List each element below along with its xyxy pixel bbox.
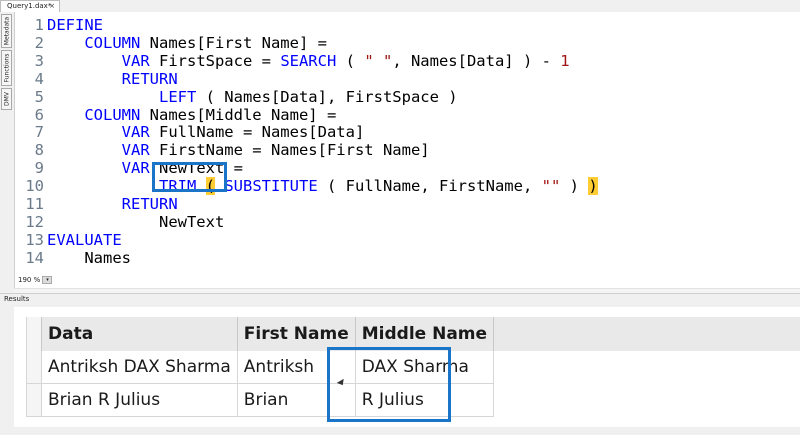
side-panel-tabs: Metadata Functions DMV [0,12,13,282]
code-text[interactable]: EVALUATE [47,231,122,249]
table-cell[interactable]: Antriksh DAX Sharma [41,351,238,384]
line-number: 2 [34,33,44,52]
line-number: 4 [34,69,44,88]
line-number: 3 [34,51,44,70]
trim-highlight-box [152,162,227,192]
code-text[interactable]: RETURN [47,70,178,88]
line-number: 1 [34,16,44,34]
code-text[interactable]: RETURN [47,195,178,213]
close-tab-icon[interactable]: × [49,1,55,12]
results-horizontal-scrollbar[interactable] [0,427,800,435]
line-number: 8 [34,141,44,160]
column-header[interactable]: Data [41,317,238,351]
code-text[interactable]: COLUMN Names[First Name] = [47,34,327,52]
query-tab[interactable]: Query1.dax* × [0,0,60,12]
tab-functions[interactable]: Functions [1,50,12,86]
chevron-down-icon[interactable]: ▾ [42,276,53,284]
tab-metadata[interactable]: Metadata [1,14,12,48]
results-header: Results [0,293,800,307]
code-text[interactable]: COLUMN Names[Middle Name] = [47,106,336,124]
middle-name-highlight-box [327,347,451,422]
code-text[interactable]: VAR FirstName = Names[First Name] [47,141,430,159]
tab-functions-label: Functions [3,53,10,83]
document-tab-bar: Query1.dax* × [0,0,800,12]
line-number: 14 [25,248,44,267]
line-number: 5 [34,87,44,106]
zoom-control[interactable]: 190 % ▾ [18,276,53,284]
results-label: Results [4,295,30,303]
code-text[interactable]: DEFINE [47,16,103,34]
line-number: 13 [25,230,44,249]
row-header-corner [26,317,42,351]
line-number: 11 [25,195,44,213]
code-text[interactable]: VAR FirstSpace = SEARCH ( " ", Names[Dat… [47,52,570,70]
row-header[interactable] [26,383,42,417]
line-number: 12 [25,212,44,231]
line-number: 10 [25,177,44,196]
table-cell[interactable]: Brian R Julius [41,383,238,417]
column-header[interactable]: Middle Name [355,317,495,351]
line-number: 7 [34,123,44,142]
zoom-level: 190 % [18,276,41,284]
line-number: 9 [34,159,44,178]
code-text[interactable]: TRIM ( SUBSTITUTE ( FullName, FirstName,… [47,177,598,196]
column-header[interactable]: First Name [237,317,356,351]
row-header[interactable] [26,351,42,384]
query-tab-title: Query1.dax* [7,2,52,10]
code-text[interactable]: NewText [47,213,224,231]
tab-dmv-label: DMV [3,92,10,106]
code-text[interactable]: LEFT ( Names[Data], FirstSpace ) [47,88,458,106]
tab-dmv[interactable]: DMV [1,88,12,110]
code-text[interactable]: VAR FullName = Names[Data] [47,123,365,141]
line-number: 6 [34,105,44,124]
tab-metadata-label: Metadata [3,16,10,46]
code-text[interactable]: Names [47,249,131,267]
query-editor[interactable]: 1 DEFINE 2 COLUMN Names[First Name] = 3 VAR… [14,12,800,292]
